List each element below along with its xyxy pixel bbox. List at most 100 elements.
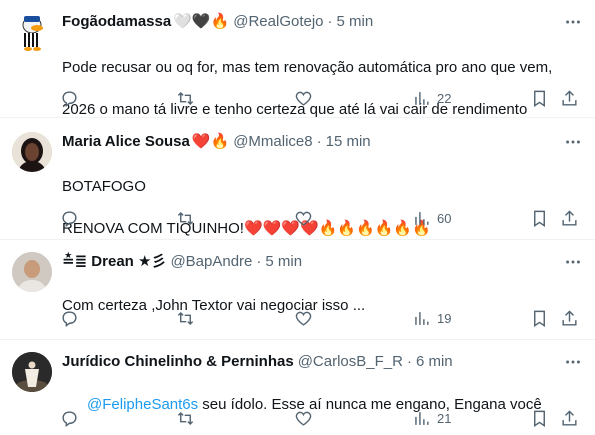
reply-icon: [62, 410, 77, 427]
views-button[interactable]: 60: [412, 206, 451, 230]
views-button[interactable]: 22: [412, 86, 451, 110]
more-icon: [566, 20, 580, 24]
retweet-icon: [177, 211, 194, 225]
more-button[interactable]: [563, 12, 583, 32]
separator: ·: [316, 133, 322, 150]
like-button[interactable]: [294, 306, 313, 330]
share-icon: [562, 209, 577, 226]
tweet[interactable]: ≛≣ Drean ★彡 @BapAndre · 5 min Com certez…: [0, 240, 595, 340]
tweet-header: Fogãodamassa 🤍🖤🔥 @RealGotejo · 5 min: [62, 12, 373, 32]
views-count: 22: [437, 90, 452, 106]
avatar[interactable]: [12, 12, 52, 52]
views-count: 60: [437, 210, 452, 226]
timestamp[interactable]: 5 min: [265, 252, 302, 272]
like-button[interactable]: [294, 206, 313, 230]
reply-icon: [62, 90, 77, 107]
views-button[interactable]: 19: [412, 306, 451, 330]
tweet[interactable]: Fogãodamassa 🤍🖤🔥 @RealGotejo · 5 min Pod…: [0, 0, 595, 118]
share-button[interactable]: [560, 86, 579, 110]
tweet[interactable]: Maria Alice Sousa ❤️🔥 @Mmalice8 · 15 min…: [0, 118, 595, 240]
handle[interactable]: @BapAndre: [170, 252, 252, 272]
more-button[interactable]: [563, 132, 583, 152]
reply-button[interactable]: [60, 86, 79, 110]
reply-icon: [62, 210, 77, 227]
tweet-text-line: Pode recusar ou oq for, mas tem renovaçã…: [62, 59, 553, 76]
tweet-actions: 21: [0, 406, 595, 430]
retweet-button[interactable]: [176, 406, 195, 430]
bookmark-button[interactable]: [530, 86, 549, 110]
name-emoji: ❤️🔥: [191, 133, 230, 150]
bookmark-button[interactable]: [530, 206, 549, 230]
tweet[interactable]: Jurídico Chinelinho & Perninhas @CarlosB…: [0, 340, 595, 435]
tweet-actions: 22: [0, 86, 595, 110]
separator: ·: [327, 13, 333, 30]
like-button[interactable]: [294, 86, 313, 110]
more-icon: [566, 260, 580, 264]
bookmark-icon: [534, 410, 545, 427]
retweet-icon: [177, 411, 194, 425]
like-icon: [295, 411, 312, 426]
more-icon: [566, 360, 580, 364]
retweet-button[interactable]: [176, 306, 195, 330]
tweet-header: ≛≣ Drean ★彡 @BapAndre · 5 min: [62, 252, 302, 272]
reply-button[interactable]: [60, 306, 79, 330]
more-button[interactable]: [563, 352, 583, 372]
share-icon: [562, 89, 577, 106]
separator: ·: [406, 353, 412, 370]
like-icon: [295, 91, 312, 106]
bookmark-button[interactable]: [530, 306, 549, 330]
display-name[interactable]: Fogãodamassa: [62, 12, 171, 32]
like-button[interactable]: [294, 406, 313, 430]
views-icon: [415, 211, 429, 225]
retweet-button[interactable]: [176, 86, 195, 110]
display-name[interactable]: Maria Alice Sousa: [62, 132, 190, 152]
timestamp[interactable]: 15 min: [326, 132, 371, 152]
tweet-header: Maria Alice Sousa ❤️🔥 @Mmalice8 · 15 min: [62, 132, 371, 152]
views-button[interactable]: 21: [412, 406, 451, 430]
tweet-actions: 19: [0, 306, 595, 330]
duck-avatar-icon: [12, 12, 52, 52]
share-button[interactable]: [560, 206, 579, 230]
views-icon: [415, 311, 429, 325]
views-icon: [415, 91, 429, 105]
handle[interactable]: @Mmalice8: [233, 132, 312, 152]
reply-button[interactable]: [60, 406, 79, 430]
timestamp[interactable]: 5 min: [337, 12, 374, 32]
avatar[interactable]: [12, 252, 52, 292]
reply-icon: [62, 310, 77, 327]
retweet-icon: [177, 311, 194, 325]
man-avatar-icon: [12, 252, 52, 292]
share-button[interactable]: [560, 406, 579, 430]
separator: ·: [256, 253, 262, 270]
retweet-button[interactable]: [176, 206, 195, 230]
more-button[interactable]: [563, 252, 583, 272]
retweet-icon: [177, 91, 194, 105]
avatar[interactable]: [12, 132, 52, 172]
share-icon: [562, 309, 577, 326]
handle[interactable]: @RealGotejo: [233, 12, 323, 32]
tweet-header: Jurídico Chinelinho & Perninhas @CarlosB…: [62, 352, 453, 372]
display-name[interactable]: Jurídico Chinelinho & Perninhas: [62, 352, 294, 372]
share-icon: [562, 409, 577, 426]
like-icon: [295, 311, 312, 326]
figure-avatar-icon: [12, 352, 52, 392]
reply-button[interactable]: [60, 206, 79, 230]
woman-avatar-icon: [12, 132, 52, 172]
like-icon: [295, 211, 312, 226]
bookmark-icon: [534, 310, 545, 327]
tweet-feed: Fogãodamassa 🤍🖤🔥 @RealGotejo · 5 min Pod…: [0, 0, 595, 435]
views-icon: [415, 411, 429, 425]
display-name[interactable]: ≛≣ Drean ★彡: [62, 252, 166, 272]
views-count: 21: [437, 410, 452, 426]
share-button[interactable]: [560, 306, 579, 330]
bookmark-button[interactable]: [530, 406, 549, 430]
name-emoji: 🤍🖤🔥: [173, 13, 230, 30]
timestamp[interactable]: 6 min: [416, 352, 453, 372]
tweet-actions: 60: [0, 206, 595, 230]
bookmark-icon: [534, 210, 545, 227]
more-icon: [566, 140, 580, 144]
avatar[interactable]: [12, 352, 52, 392]
tweet-text-line: BOTAFOGO: [62, 178, 146, 195]
handle[interactable]: @CarlosB_F_R: [298, 352, 403, 372]
views-count: 19: [437, 310, 452, 326]
